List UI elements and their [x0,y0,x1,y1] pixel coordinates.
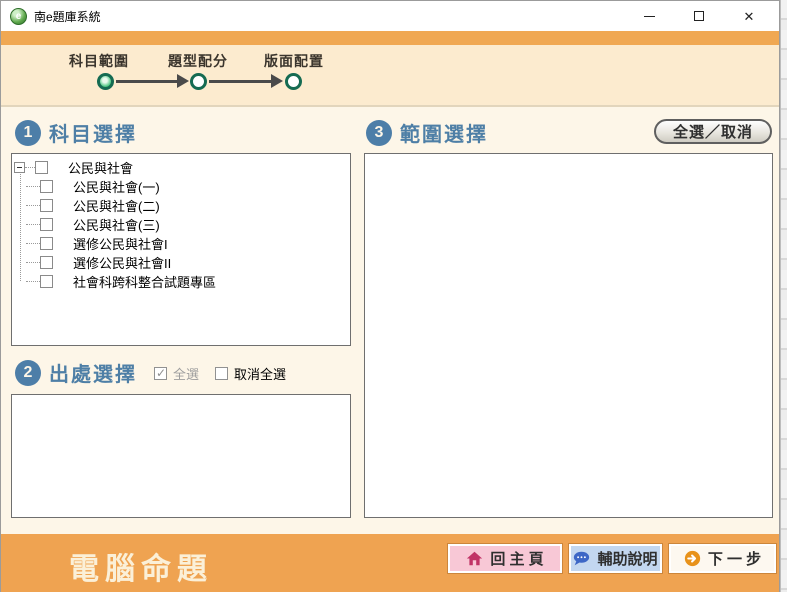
home-icon [466,550,483,567]
step-circle-1-active [97,73,114,90]
select-toggle-button[interactable]: 全選／取消 [654,119,772,144]
step-connector-arrow-1 [177,74,189,88]
source-list-panel[interactable] [11,394,351,518]
tree-item-checkbox[interactable] [40,256,53,269]
app-logo-icon: e [10,8,27,25]
close-button[interactable]: ✕ [724,1,774,31]
tree-item-row: 選修公民與社會II [12,253,350,272]
tree-item-checkbox[interactable] [40,199,53,212]
section-source-header: 2 出處選擇 [15,358,137,387]
tree-stub [26,281,40,282]
section-number-1: 1 [15,120,41,146]
select-all-label[interactable]: 全選 [173,364,199,383]
step-connector-arrow-2 [271,74,283,88]
maximize-button[interactable] [674,1,724,31]
window-controls: ✕ [624,1,774,31]
home-button-label: 回 主 頁 [490,548,543,569]
tree-root-row: 公民與社會 [12,158,350,177]
tree-item-row: 社會科跨科整合試題專區 [12,272,350,291]
tree-item-label[interactable]: 選修公民與社會II [73,253,171,272]
step-circle-2 [190,73,207,90]
tree-item-row: 公民與社會(二) [12,196,350,215]
tree-item-checkbox[interactable] [40,180,53,193]
tree-item-checkbox[interactable] [40,237,53,250]
section-number-3: 3 [366,120,392,146]
subject-tree: 公民與社會 公民與社會(一) 公民與社會(二) 公民與社會(三) [12,154,350,291]
step-label-layout-config: 版面配置 [264,51,324,71]
deselect-all-checkbox-group[interactable]: 取消全選 [215,364,286,383]
tree-item-label[interactable]: 公民與社會(二) [73,196,160,215]
range-list-panel[interactable] [364,153,773,518]
step-label-question-allocation: 題型配分 [168,51,228,71]
next-step-button[interactable]: 下 一 步 [669,544,776,573]
section-number-2: 2 [15,360,41,386]
tree-item-label[interactable]: 社會科跨科整合試題專區 [73,272,216,291]
maximize-icon [694,11,704,21]
close-icon: ✕ [744,10,755,23]
tree-item-label[interactable]: 選修公民與社會I [73,234,168,253]
tree-stub [26,205,40,206]
deselect-all-checkbox[interactable] [215,367,228,380]
tree-stub [26,243,40,244]
section-title-source: 出處選擇 [49,358,137,387]
background-window-sliver [780,0,787,592]
step-wizard: 科目範圍 題型配分 版面配置 [1,45,779,107]
minimize-button[interactable] [624,1,674,31]
section-title-subject: 科目選擇 [49,118,137,147]
section-title-range: 範圍選擇 [400,118,488,147]
help-button[interactable]: 輔助說明 [569,544,662,573]
window-title: 南e題庫系統 [34,8,101,25]
app-window: e 南e題庫系統 ✕ 科目範圍 題型配分 版面配置 1 科目選擇 [0,0,780,592]
tree-root-checkbox[interactable] [35,161,48,174]
next-arrow-icon [684,550,701,567]
tree-stub [26,186,40,187]
tree-item-label[interactable]: 公民與社會(三) [73,215,160,234]
step-circle-3 [285,73,302,90]
select-all-checkbox-group[interactable]: ✓ 全選 [154,364,199,383]
tree-stub [26,224,40,225]
tree-item-checkbox[interactable] [40,275,53,288]
tree-stub [25,167,35,168]
tree-item-checkbox[interactable] [40,218,53,231]
step-label-subject-range: 科目範圍 [69,51,129,71]
help-button-label: 輔助說明 [597,548,657,569]
tree-collapse-icon[interactable] [14,162,25,173]
step-connector-line-2 [209,80,271,83]
deselect-all-label[interactable]: 取消全選 [234,364,286,383]
page-title: 電腦命題 [69,544,213,588]
step-connector-line-1 [116,80,178,83]
home-button[interactable]: 回 主 頁 [448,544,562,573]
footer-bar: 電腦命題 回 主 頁 輔助說明 [1,534,779,592]
subject-tree-panel: 公民與社會 公民與社會(一) 公民與社會(二) 公民與社會(三) [11,153,351,346]
tree-item-label[interactable]: 公民與社會(一) [73,177,160,196]
titlebar: e 南e題庫系統 ✕ [1,1,779,31]
tree-root-label[interactable]: 公民與社會 [68,158,133,177]
tree-item-row: 公民與社會(三) [12,215,350,234]
accent-stripe [1,31,779,45]
minimize-icon [644,16,655,17]
tree-item-row: 公民與社會(一) [12,177,350,196]
section-range-header: 3 範圍選擇 [366,118,488,147]
tree-item-row: 選修公民與社會I [12,234,350,253]
select-all-checkbox[interactable]: ✓ [154,367,167,380]
chat-bubble-icon [573,550,590,567]
checkmark-icon: ✓ [156,366,166,380]
tree-stub [26,262,40,263]
screen: e 南e題庫系統 ✕ 科目範圍 題型配分 版面配置 1 科目選擇 [0,0,787,592]
section-subject-header: 1 科目選擇 [15,118,137,147]
next-button-label: 下 一 步 [708,548,761,569]
